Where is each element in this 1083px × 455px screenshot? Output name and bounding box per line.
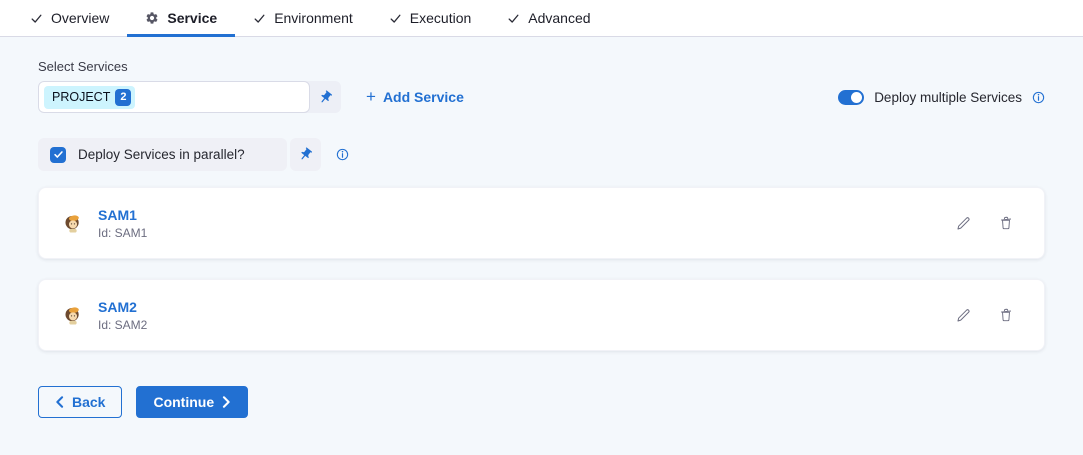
service-name-link[interactable]: SAM2	[98, 299, 147, 315]
project-chip-count-badge: 2	[115, 89, 131, 106]
deploy-parallel-bar: Deploy Services in parallel?	[38, 138, 287, 171]
pin-icon	[315, 86, 336, 107]
tab-label: Overview	[51, 10, 109, 26]
continue-button[interactable]: Continue	[136, 386, 248, 418]
project-chip[interactable]: PROJECT 2	[44, 86, 135, 109]
service-card: SAM2 Id: SAM2	[38, 279, 1045, 351]
trash-icon	[998, 215, 1014, 231]
service-name-link[interactable]: SAM1	[98, 207, 147, 223]
pin-services-button[interactable]	[310, 81, 341, 113]
info-icon[interactable]	[336, 148, 349, 161]
add-service-button[interactable]: + Add Service	[366, 89, 464, 105]
tab-label: Advanced	[528, 10, 590, 26]
select-services-label: Select Services	[38, 59, 1045, 74]
service-id: Id: SAM1	[98, 226, 147, 240]
service-avatar	[62, 304, 84, 326]
edit-service-button[interactable]	[955, 307, 972, 324]
delete-service-button[interactable]	[998, 215, 1014, 231]
services-multiselect[interactable]: PROJECT 2	[38, 81, 341, 113]
gear-icon	[145, 11, 159, 25]
continue-button-label: Continue	[153, 394, 214, 410]
project-chip-label: PROJECT	[52, 90, 110, 104]
chevron-left-icon	[55, 396, 64, 408]
pencil-icon	[955, 215, 972, 232]
back-button-label: Back	[72, 394, 105, 410]
tab-advanced[interactable]: Advanced	[489, 0, 608, 36]
add-service-label: Add Service	[383, 89, 464, 105]
back-button[interactable]: Back	[38, 386, 122, 418]
toggle-knob	[851, 92, 862, 103]
check-icon	[389, 12, 402, 25]
tab-label: Service	[167, 10, 217, 26]
check-icon	[30, 12, 43, 25]
stage-tabbar: Overview Service Environment Execution A…	[0, 0, 1083, 37]
service-card-text: SAM2 Id: SAM2	[98, 299, 147, 332]
deploy-parallel-checkbox[interactable]	[50, 147, 66, 163]
service-card-text: SAM1 Id: SAM1	[98, 207, 147, 240]
deploy-multiple-toggle[interactable]	[838, 90, 864, 105]
tab-environment[interactable]: Environment	[235, 0, 371, 36]
service-id: Id: SAM2	[98, 318, 147, 332]
tab-service[interactable]: Service	[127, 0, 235, 36]
tab-label: Environment	[274, 10, 353, 26]
service-avatar	[62, 212, 84, 234]
pin-parallel-button[interactable]	[290, 138, 321, 171]
trash-icon	[998, 307, 1014, 323]
info-icon[interactable]	[1032, 91, 1045, 104]
services-multiselect-input[interactable]: PROJECT 2	[38, 81, 310, 113]
plus-icon: +	[366, 88, 376, 105]
service-card-list: SAM1 Id: SAM1	[38, 187, 1045, 351]
chevron-right-icon	[222, 396, 231, 408]
deploy-stage-config-page: Overview Service Environment Execution A…	[0, 0, 1083, 455]
tab-overview[interactable]: Overview	[12, 0, 127, 36]
delete-service-button[interactable]	[998, 307, 1014, 323]
deploy-parallel-label: Deploy Services in parallel?	[78, 147, 245, 162]
pin-icon	[295, 144, 316, 165]
check-icon	[507, 12, 520, 25]
edit-service-button[interactable]	[955, 215, 972, 232]
check-icon	[53, 149, 64, 160]
service-tab-content: Select Services PROJECT 2 + Add Service	[0, 37, 1083, 455]
tab-execution[interactable]: Execution	[371, 0, 489, 36]
check-icon	[253, 12, 266, 25]
service-card: SAM1 Id: SAM1	[38, 187, 1045, 259]
deploy-multiple-label: Deploy multiple Services	[874, 90, 1022, 105]
tab-label: Execution	[410, 10, 471, 26]
pencil-icon	[955, 307, 972, 324]
